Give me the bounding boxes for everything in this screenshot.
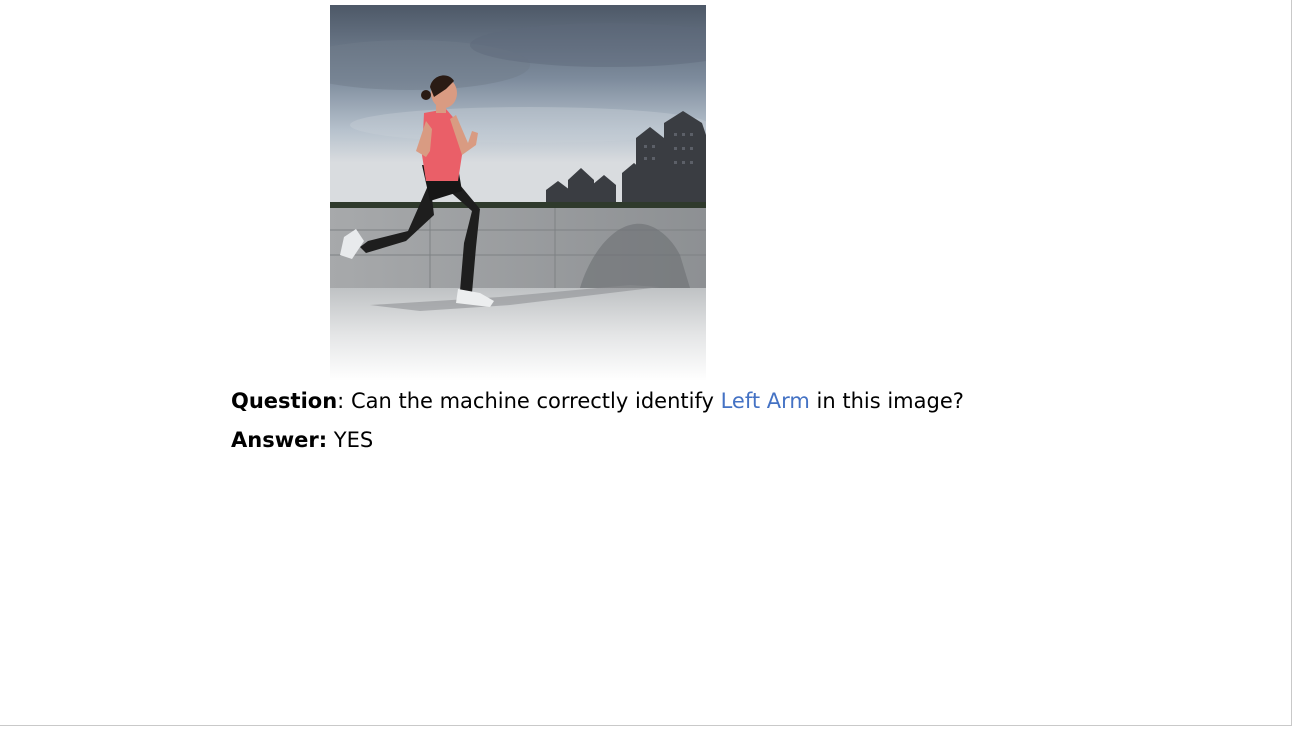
runner-photo	[330, 5, 706, 381]
answer-line: Answer: YES	[231, 427, 373, 453]
question-line: Question: Can the machine correctly iden…	[231, 388, 964, 414]
answer-label: Answer:	[231, 428, 328, 452]
question-text-after: in this image?	[809, 389, 964, 413]
question-separator: :	[337, 389, 351, 413]
document-page: Question: Can the machine correctly iden…	[0, 0, 1292, 726]
answer-value: YES	[327, 428, 374, 452]
question-text-before: Can the machine correctly identify	[350, 389, 721, 413]
question-label: Question	[231, 389, 338, 413]
question-highlight: Left Arm	[720, 389, 810, 413]
